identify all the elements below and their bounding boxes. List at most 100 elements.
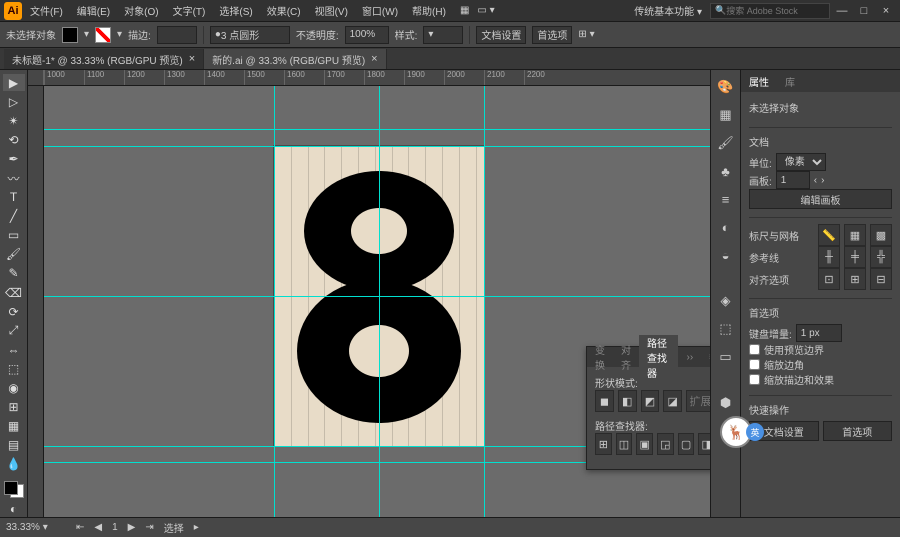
exclude-button[interactable]: ◪	[663, 390, 682, 412]
preview-bounds-checkbox[interactable]	[749, 344, 760, 355]
swatches-panel-icon[interactable]: ▦	[715, 104, 737, 126]
minus-front-button[interactable]: ◧	[618, 390, 637, 412]
scale-tool[interactable]: ⤢	[3, 322, 25, 339]
smart-guides-icon[interactable]: ╬	[870, 246, 892, 268]
tab-libraries[interactable]: 库	[777, 74, 803, 89]
arrange-icon[interactable]: ▭ ▾	[477, 5, 494, 16]
type-tool[interactable]: T	[3, 189, 25, 206]
canvas[interactable]: 1000110012001300140015001600170018001900…	[28, 70, 710, 517]
rotate-tool[interactable]: ⟳	[3, 303, 25, 320]
align-dropdown-icon[interactable]: ⊞ ▾	[578, 29, 594, 40]
menu-window[interactable]: 窗口(W)	[356, 1, 404, 20]
lasso-tool[interactable]: ⟲	[3, 131, 25, 148]
doc-setup-button[interactable]: 文档设置	[476, 26, 526, 44]
gradient-panel-icon[interactable]: ◐	[715, 216, 737, 238]
minus-back-button[interactable]: ◨	[698, 433, 710, 455]
appearance-panel-icon[interactable]: ⬢	[715, 392, 737, 414]
gradient-tool[interactable]: ▤	[3, 437, 25, 454]
transparency-grid-icon[interactable]: ▩	[870, 224, 892, 246]
edit-artboard-button[interactable]: 编辑画板	[749, 189, 892, 209]
grid-icon[interactable]: ▦	[844, 224, 866, 246]
menu-effect[interactable]: 效果(C)	[261, 1, 307, 20]
guide-h[interactable]	[44, 146, 710, 147]
guide-v[interactable]	[484, 86, 485, 517]
outline-button[interactable]: ▢	[678, 433, 695, 455]
artboard-number-input[interactable]	[776, 171, 810, 189]
stroke-weight-input[interactable]	[157, 26, 197, 44]
selection-tool[interactable]: ▶	[3, 74, 25, 91]
nav-first-icon[interactable]: ⇤	[76, 522, 84, 533]
close-icon[interactable]: ×	[371, 53, 377, 65]
artboards-panel-icon[interactable]: ▭	[715, 346, 737, 368]
tab-align[interactable]: 对齐	[613, 342, 639, 372]
guide-h[interactable]	[44, 296, 710, 297]
document-tab-2[interactable]: 新的.ai @ 33.3% (RGB/GPU 预览)×	[204, 49, 386, 69]
eyedropper-tool[interactable]: 💧	[3, 456, 25, 473]
show-guides-icon[interactable]: ╫	[818, 246, 840, 268]
key-incr-input[interactable]	[796, 324, 842, 342]
maximize-button[interactable]: □	[854, 5, 874, 17]
unit-select[interactable]: 像素	[776, 153, 826, 171]
ruler-vertical[interactable]	[28, 86, 44, 517]
expand-button[interactable]: 扩展	[686, 390, 710, 412]
pathfinder-panel[interactable]: 变换 对齐 路径查找器 ›› ≡ 形状模式: ◼ ◧ ◩ ◪ 扩展 路径查找器:…	[586, 346, 710, 470]
document-tab-1[interactable]: 未标题-1* @ 33.33% (RGB/GPU 预览)×	[4, 49, 204, 69]
color-panel-icon[interactable]: 🎨	[715, 76, 737, 98]
curvature-tool[interactable]: 〰	[3, 169, 25, 186]
prefs-button-2[interactable]: 首选项	[823, 421, 893, 441]
mesh-tool[interactable]: ▦	[3, 418, 25, 435]
guide-h[interactable]	[44, 129, 710, 130]
bridge-icon[interactable]: ▦	[460, 5, 469, 16]
trim-button[interactable]: ◫	[616, 433, 633, 455]
stroke-swatch[interactable]	[95, 27, 111, 43]
scale-corners-checkbox[interactable]	[749, 359, 760, 370]
guide-v[interactable]	[379, 86, 380, 517]
snap-pixel-icon[interactable]: ⊟	[870, 268, 892, 290]
divide-button[interactable]: ⊞	[595, 433, 612, 455]
ruler-horizontal[interactable]: 1000110012001300140015001600170018001900…	[28, 70, 710, 86]
ruler-icon[interactable]: 📏	[818, 224, 840, 246]
symbols-panel-icon[interactable]: ♣	[715, 160, 737, 182]
asset-panel-icon[interactable]: ⬚	[715, 318, 737, 340]
brushes-panel-icon[interactable]: 🖌	[715, 132, 737, 154]
panel-menu-icon[interactable]: ≡	[701, 352, 710, 363]
ime-badge[interactable]: 🦌 英	[720, 416, 752, 448]
rectangle-tool[interactable]: ▭	[3, 227, 25, 244]
guide-v[interactable]	[274, 86, 275, 517]
paintbrush-tool[interactable]: 🖌	[3, 246, 25, 263]
workspace-switcher[interactable]: 传统基本功能 ▾	[628, 1, 708, 20]
menu-edit[interactable]: 编辑(E)	[71, 1, 116, 20]
shape-builder-tool[interactable]: ◉	[3, 380, 25, 397]
pen-tool[interactable]: ✒	[3, 150, 25, 167]
intersect-button[interactable]: ◩	[641, 390, 660, 412]
brush-select[interactable]: ● 3 点圆形	[210, 26, 290, 44]
nav-last-icon[interactable]: ⇥	[145, 522, 153, 533]
opacity-input[interactable]: 100%	[345, 26, 389, 44]
width-tool[interactable]: ⇔	[3, 341, 25, 358]
perspective-tool[interactable]: ⊞	[3, 399, 25, 416]
unite-button[interactable]: ◼	[595, 390, 614, 412]
ime-lang-badge[interactable]: 英	[746, 423, 764, 441]
close-button[interactable]: ×	[876, 5, 896, 17]
magic-wand-tool[interactable]: ✴	[3, 112, 25, 129]
menu-view[interactable]: 视图(V)	[309, 1, 354, 20]
nav-next-icon[interactable]: ▶	[128, 522, 136, 533]
menu-object[interactable]: 对象(O)	[118, 1, 164, 20]
close-icon[interactable]: ×	[189, 53, 195, 65]
scale-strokes-checkbox[interactable]	[749, 374, 760, 385]
panel-collapse-icon[interactable]: ››	[678, 352, 701, 363]
fill-dropdown-icon[interactable]: ▾	[84, 29, 89, 40]
menu-file[interactable]: 文件(F)	[24, 1, 69, 20]
menu-type[interactable]: 文字(T)	[167, 1, 212, 20]
stroke-panel-icon[interactable]: ≡	[715, 188, 737, 210]
lock-guides-icon[interactable]: ╪	[844, 246, 866, 268]
transparency-panel-icon[interactable]: ◒	[715, 244, 737, 266]
free-transform-tool[interactable]: ⬚	[3, 360, 25, 377]
minimize-button[interactable]: —	[832, 5, 852, 17]
fill-stroke-swatch[interactable]	[4, 481, 24, 498]
fill-swatch[interactable]	[62, 27, 78, 43]
tab-pathfinder[interactable]: 路径查找器	[639, 335, 678, 380]
menu-select[interactable]: 选择(S)	[213, 1, 258, 20]
artboard-nav-number[interactable]: 1	[112, 522, 118, 533]
stroke-dropdown-icon[interactable]: ▾	[117, 29, 122, 40]
